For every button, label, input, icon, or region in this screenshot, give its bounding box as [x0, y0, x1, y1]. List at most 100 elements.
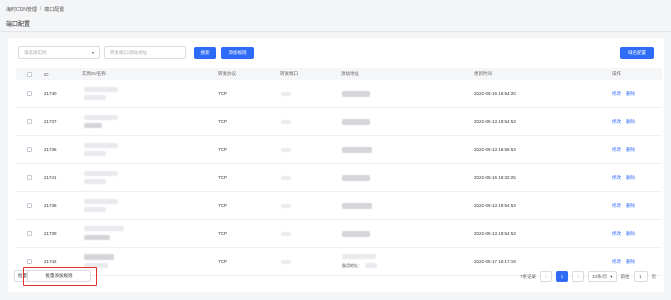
- row-id: 21741: [44, 175, 57, 180]
- divider: [0, 31, 671, 32]
- table-header: ID 实例ID/名称 转发协议 转发端口 源站地址 更新时间 操作: [16, 68, 662, 80]
- row-updated: 2022-05-16 16:54:20: [474, 91, 516, 96]
- table-row: 21738 TCP 2022-05-13 19:54:53 修改 删除: [16, 192, 662, 220]
- row-updated: 2022-05-13 16:56:53: [474, 147, 516, 152]
- edit-link[interactable]: 修改: [612, 91, 621, 97]
- edit-link[interactable]: 修改: [612, 231, 621, 237]
- row-name-redacted: [82, 80, 218, 107]
- row-port-redacted: [280, 164, 341, 191]
- toolbar: 请选择实例 ▾ 搜索 添加规则 域名配置: [18, 46, 654, 59]
- select-all-checkbox[interactable]: [27, 71, 32, 77]
- edit-link[interactable]: 修改: [612, 119, 621, 125]
- row-protocol: TCP: [218, 259, 227, 264]
- row-checkbox[interactable]: [27, 119, 32, 124]
- row-id: 21737: [44, 119, 57, 124]
- chevron-down-icon: ▾: [91, 50, 94, 55]
- col-updated: 更新时间: [474, 71, 492, 76]
- domain-config-button[interactable]: 域名配置: [620, 47, 654, 59]
- page-size-value: 10条/页: [591, 273, 608, 279]
- row-id: 21739: [44, 231, 57, 236]
- search-button[interactable]: 搜索: [194, 47, 216, 59]
- row-name-redacted: [82, 108, 218, 135]
- table-row: 21740 TCP 2022-05-16 16:54:20 修改 删除: [16, 80, 662, 108]
- breadcrumb-parent[interactable]: 海时CDN管理: [6, 6, 37, 13]
- row-name-redacted: [82, 136, 218, 163]
- table-row: 21737 TCP 2022-05-13 19:54:53 修改 删除: [16, 108, 662, 136]
- row-source-redacted: [341, 192, 474, 219]
- page-size-select[interactable]: 10条/页 ▾: [587, 271, 617, 282]
- row-checkbox[interactable]: [27, 175, 32, 180]
- col-protocol: 转发协议: [218, 71, 236, 76]
- row-updated: 2022-05-13 19:54:53: [474, 231, 516, 236]
- col-name: 实例ID/名称: [82, 71, 106, 76]
- row-protocol: TCP: [218, 231, 227, 236]
- row-name-redacted: [82, 164, 218, 191]
- goto-page-input[interactable]: 1: [633, 271, 648, 282]
- main-card: 请选择实例 ▾ 搜索 添加规则 域名配置 ID 实例ID/名称 转发协议 转发端…: [8, 38, 664, 292]
- table-row: 21741 TCP 2022-05-16 16:32:25 修改 删除: [16, 164, 662, 192]
- table-row: 21739 TCP 2022-05-13 19:54:53 修改 删除: [16, 220, 662, 248]
- row-source-redacted: [341, 220, 474, 247]
- col-actions: 操作: [612, 71, 621, 76]
- table-row: 21736 TCP 2022-05-13 16:56:53 修改 删除: [16, 136, 662, 164]
- edit-link[interactable]: 修改: [612, 203, 621, 209]
- row-name-redacted: [82, 220, 218, 247]
- col-port: 转发端口: [280, 71, 298, 76]
- breadcrumb-separator: /: [39, 6, 42, 12]
- row-checkbox[interactable]: [27, 91, 32, 96]
- row-protocol: TCP: [218, 91, 227, 96]
- edit-link[interactable]: 修改: [612, 259, 621, 265]
- next-page-icon[interactable]: ›: [571, 271, 584, 282]
- row-protocol: TCP: [218, 203, 227, 208]
- delete-link[interactable]: 删除: [626, 259, 635, 265]
- instance-select[interactable]: 请选择实例 ▾: [18, 46, 100, 59]
- row-id: 21740: [44, 91, 57, 96]
- row-name-redacted: [82, 192, 218, 219]
- row-checkbox[interactable]: [27, 231, 32, 236]
- page-number[interactable]: 1: [555, 271, 568, 282]
- delete-link[interactable]: 删除: [626, 175, 635, 181]
- col-source: 源站地址: [341, 71, 359, 76]
- row-id: 21742: [44, 259, 57, 264]
- rules-table: ID 实例ID/名称 转发协议 转发端口 源站地址 更新时间 操作 21740 …: [16, 68, 662, 276]
- row-checkbox[interactable]: [27, 203, 32, 208]
- instance-select-placeholder: 请选择实例: [24, 49, 47, 55]
- delete-link[interactable]: 删除: [626, 231, 635, 237]
- goto-label: 前往: [620, 273, 630, 279]
- row-port-redacted: [280, 80, 341, 107]
- delete-link[interactable]: 删除: [626, 91, 635, 97]
- row-id: 21736: [44, 147, 57, 152]
- row-protocol: TCP: [218, 175, 227, 180]
- breadcrumb-current: 端口配置: [44, 7, 65, 13]
- chevron-down-icon: ▾: [610, 273, 613, 279]
- table-footer: 批量删除 批量添加规则 7条记录 ‹ 1 › 10条/页 ▾ 前往 1 页: [8, 266, 664, 286]
- row-port-redacted: [280, 220, 341, 247]
- row-updated: 2022-05-13 19:54:53: [474, 119, 516, 124]
- delete-link[interactable]: 删除: [626, 147, 635, 153]
- row-checkbox[interactable]: [27, 259, 32, 264]
- edit-link[interactable]: 修改: [612, 175, 621, 181]
- page-unit: 页: [651, 273, 657, 279]
- prev-page-icon[interactable]: ‹: [539, 271, 552, 282]
- row-port-redacted: [280, 136, 341, 163]
- port-search-input[interactable]: [104, 46, 186, 59]
- add-rule-button[interactable]: 添加规则: [221, 47, 254, 59]
- row-source-redacted: [341, 136, 474, 163]
- edit-link[interactable]: 修改: [612, 147, 621, 153]
- batch-add-rules-button[interactable]: 批量添加规则: [27, 270, 91, 282]
- row-updated: 2022-05-17 10:17:19: [474, 259, 516, 264]
- pagination: 7条记录 ‹ 1 › 10条/页 ▾ 前往 1 页: [520, 271, 656, 282]
- row-source-redacted: [341, 80, 474, 107]
- delete-link[interactable]: 删除: [626, 119, 635, 125]
- row-id: 21738: [44, 203, 57, 208]
- delete-link[interactable]: 删除: [626, 203, 635, 209]
- row-protocol: TCP: [218, 119, 227, 124]
- col-id: ID: [44, 71, 49, 77]
- total-count: 7条记录: [519, 273, 536, 279]
- row-updated: 2022-05-13 19:54:53: [474, 203, 516, 208]
- row-source-redacted: [341, 164, 474, 191]
- breadcrumb: 海时CDN管理 / 端口配置: [6, 6, 64, 13]
- row-protocol: TCP: [218, 147, 227, 152]
- row-checkbox[interactable]: [27, 147, 32, 152]
- page-title: 端口配置: [6, 22, 31, 28]
